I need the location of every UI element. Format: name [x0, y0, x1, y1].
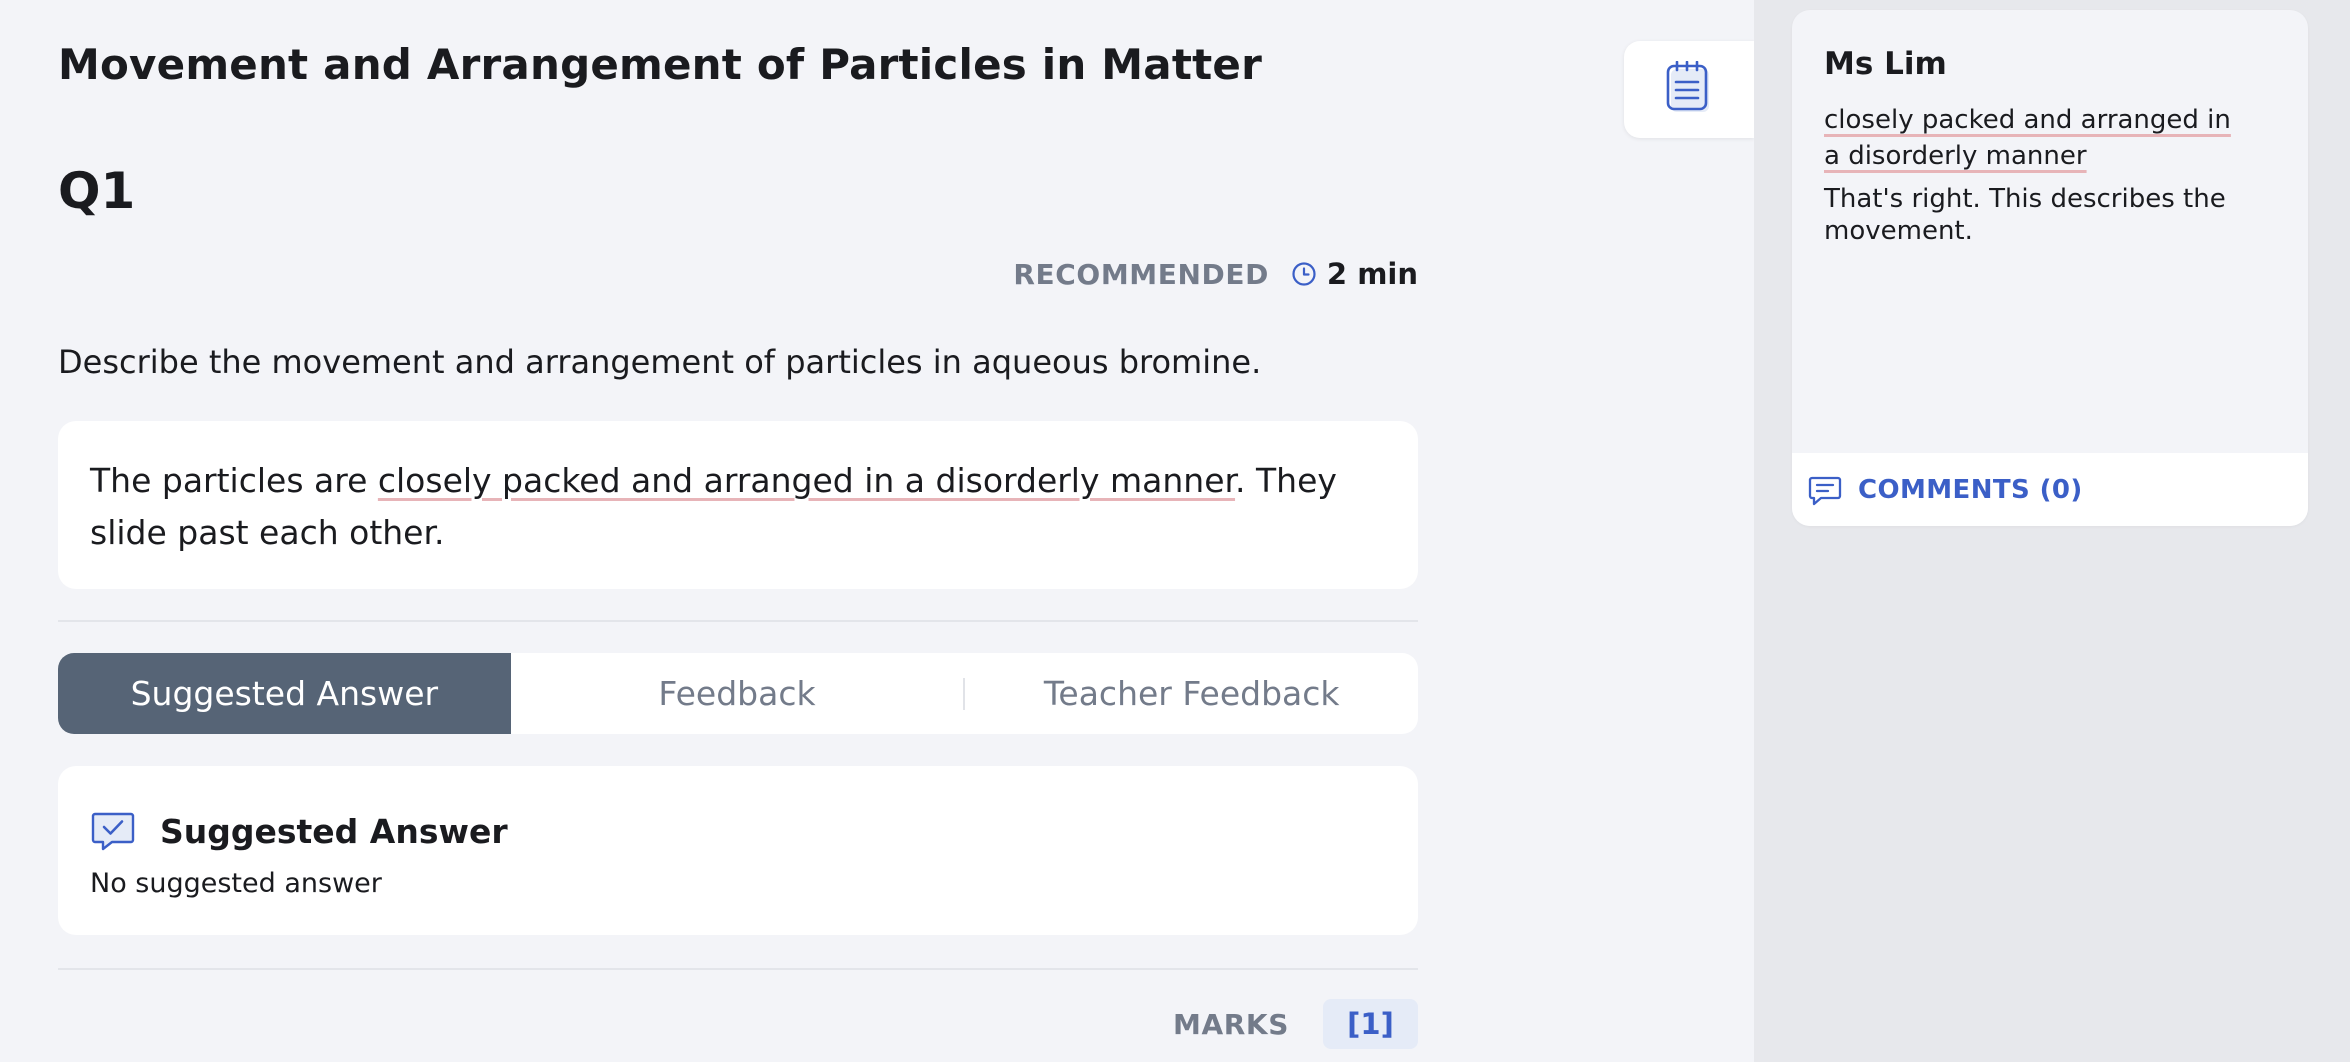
comments-label: COMMENTS (0): [1858, 474, 2083, 505]
student-answer-card: The particles are closely packed and arr…: [58, 421, 1418, 589]
comment-lines-icon: [1808, 473, 1842, 507]
page-title: Movement and Arrangement of Particles in…: [58, 40, 1263, 89]
recommended-time-row: RECOMMENDED 2 min: [1013, 254, 1418, 294]
divider: [58, 968, 1418, 970]
comments-panel: Ms Lim closely packed and arranged in a …: [1754, 0, 2350, 1062]
comment-card[interactable]: Ms Lim closely packed and arranged in a …: [1792, 10, 2308, 526]
chat-check-icon: [90, 808, 136, 854]
suggested-answer-body: No suggested answer: [90, 868, 382, 899]
answer-tabs: Suggested Answer Feedback Teacher Feedba…: [58, 653, 1418, 734]
tab-suggested-answer[interactable]: Suggested Answer: [58, 653, 511, 734]
notes-button[interactable]: [1624, 41, 1754, 138]
main-content: Movement and Arrangement of Particles in…: [58, 0, 1418, 1062]
notepad-icon: [1665, 60, 1713, 119]
recommended-label: RECOMMENDED: [1013, 257, 1269, 291]
comment-quoted-text: closely packed and arranged in a disorde…: [1824, 102, 2254, 174]
tab-teacher-feedback[interactable]: Teacher Feedback: [965, 653, 1418, 734]
question-number: Q1: [58, 162, 136, 220]
comments-button[interactable]: COMMENTS (0): [1792, 453, 2308, 526]
divider: [58, 620, 1418, 622]
question-prompt: Describe the movement and arrangement of…: [58, 343, 1262, 381]
recommended-time: 2 min: [1326, 257, 1418, 291]
suggested-answer-header: Suggested Answer: [90, 808, 508, 854]
comment-reply: That's right. This describes the movemen…: [1824, 184, 2226, 246]
quoted-highlight: closely packed and arranged in a disorde…: [1824, 105, 2231, 171]
tab-feedback[interactable]: Feedback: [511, 653, 964, 734]
marks-label: MARKS: [1173, 1007, 1289, 1041]
marks-row: MARKS [1]: [1173, 999, 1418, 1049]
suggested-answer-title: Suggested Answer: [160, 811, 508, 851]
answer-text-before: The particles are: [90, 461, 378, 500]
suggested-answer-card: Suggested Answer No suggested answer: [58, 766, 1418, 935]
page: Movement and Arrangement of Particles in…: [0, 0, 2350, 1062]
comment-author: Ms Lim: [1824, 46, 1947, 82]
clock-icon: [1291, 261, 1317, 287]
answer-highlight[interactable]: closely packed and arranged in a disorde…: [378, 461, 1235, 500]
marks-value: [1]: [1323, 999, 1418, 1049]
